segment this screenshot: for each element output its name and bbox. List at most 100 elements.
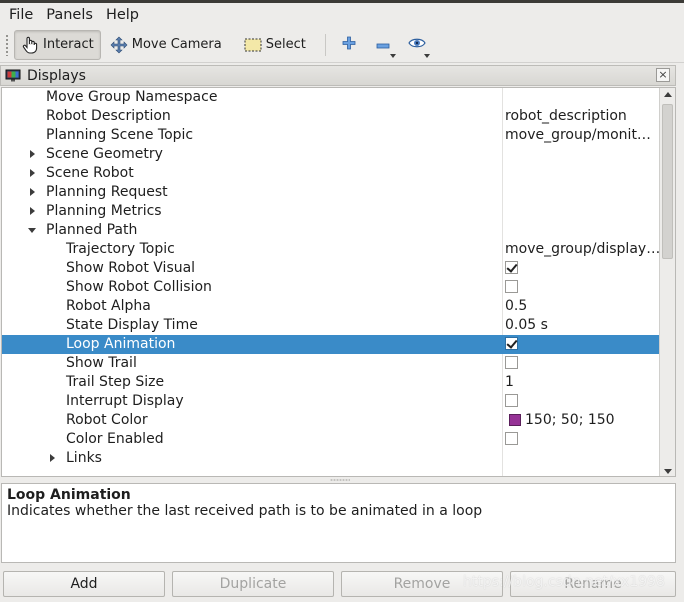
property-name: Show Trail [66, 355, 137, 371]
tools-toolbar: Interact Move Camera Select [0, 27, 684, 63]
tree-row-loop-animation[interactable]: Loop Animation [2, 335, 660, 354]
tree-row-move-group-namespace[interactable]: Move Group Namespace [2, 88, 660, 107]
show-robot-visual-checkbox[interactable] [505, 261, 518, 274]
displays-panel-title: Displays [27, 67, 86, 84]
tree-row-trajectory-topic[interactable]: Trajectory Topic move_group/display… [2, 240, 660, 259]
help-title: Loop Animation [7, 487, 131, 503]
show-trail-checkbox[interactable] [505, 356, 518, 369]
menu-file[interactable]: File [0, 7, 37, 23]
property-value[interactable]: move_group/monit… [505, 126, 651, 145]
tree-row-interrupt-display[interactable]: Interrupt Display [2, 392, 660, 411]
property-name: Color Enabled [66, 431, 164, 447]
expand-arrow-icon[interactable] [30, 150, 35, 158]
watermark-text: https://blog.csdn.net/xx1998 [463, 574, 665, 590]
move-arrows-icon [110, 36, 128, 54]
tree-row-planning-request[interactable]: Planning Request [2, 183, 660, 202]
property-name: Show Robot Collision [66, 279, 212, 295]
property-value[interactable]: move_group/display… [505, 240, 660, 259]
color-swatch[interactable] [509, 414, 521, 426]
color-enabled-checkbox[interactable] [505, 432, 518, 445]
select-tool-button[interactable]: Select [237, 30, 313, 60]
splitter-grip [330, 479, 350, 481]
property-value[interactable]: 0.05 s [505, 316, 548, 335]
interact-tool-button[interactable]: Interact [14, 29, 101, 60]
property-name: Links [66, 450, 102, 466]
property-name: Trajectory Topic [66, 241, 175, 257]
property-name: Trail Step Size [66, 374, 165, 390]
toolbar-grip[interactable] [5, 33, 9, 56]
tree-row-show-robot-visual[interactable]: Show Robot Visual [2, 259, 660, 278]
property-name: Robot Description [46, 108, 171, 124]
move-camera-label: Move Camera [131, 37, 222, 52]
move-camera-tool-button[interactable]: Move Camera [103, 30, 229, 60]
view-tool-button[interactable] [402, 30, 432, 60]
property-name: Robot Alpha [66, 298, 151, 314]
tree-row-state-display-time[interactable]: State Display Time 0.05 s [2, 316, 660, 335]
select-label: Select [265, 37, 306, 52]
close-icon[interactable]: × [656, 68, 670, 82]
tree-row-planned-path[interactable]: Planned Path [2, 221, 660, 240]
interrupt-display-checkbox[interactable] [505, 394, 518, 407]
scroll-down-arrow-icon[interactable] [664, 469, 672, 474]
chevron-down-icon [423, 53, 430, 58]
add-button[interactable]: Add [3, 571, 165, 597]
tree-row-planning-scene-topic[interactable]: Planning Scene Topic move_group/monit… [2, 126, 660, 145]
add-tool-button[interactable] [334, 30, 364, 60]
tree-row-show-robot-collision[interactable]: Show Robot Collision [2, 278, 660, 297]
property-help-area: Loop Animation Indicates whether the las… [1, 483, 676, 563]
property-name: Interrupt Display [66, 393, 184, 409]
expand-arrow-icon[interactable] [30, 169, 35, 177]
tree-row-scene-geometry[interactable]: Scene Geometry [2, 145, 660, 164]
property-name: Planning Scene Topic [46, 127, 194, 143]
property-value[interactable]: 150; 50; 150 [525, 411, 615, 430]
property-name: Scene Robot [46, 165, 134, 181]
tree-row-links[interactable]: Links [2, 449, 660, 468]
menu-panels[interactable]: Panels [37, 7, 97, 23]
property-name: State Display Time [66, 317, 198, 333]
property-name: Show Robot Visual [66, 260, 196, 276]
tree-row-trail-step-size[interactable]: Trail Step Size 1 [2, 373, 660, 392]
tree-row-robot-color[interactable]: Robot Color 150; 50; 150 [2, 411, 660, 430]
expand-arrow-icon[interactable] [30, 207, 35, 215]
show-robot-collision-checkbox[interactable] [505, 280, 518, 293]
expand-arrow-icon[interactable] [30, 188, 35, 196]
property-name: Planned Path [46, 222, 138, 238]
minus-icon [376, 37, 390, 53]
scrollbar-thumb[interactable] [662, 104, 673, 259]
tree-row-show-trail[interactable]: Show Trail [2, 354, 660, 373]
property-value[interactable]: robot_description [505, 107, 627, 126]
property-name: Planning Metrics [46, 203, 162, 219]
loop-animation-checkbox[interactable] [505, 337, 518, 350]
menu-help[interactable]: Help [97, 7, 143, 23]
plus-icon [342, 36, 356, 54]
menu-bar: File Panels Help [0, 3, 684, 27]
tree-row-robot-description[interactable]: Robot Description robot_description [2, 107, 660, 126]
selection-rectangle-icon [244, 36, 262, 54]
displays-property-tree: Move Group Namespace Robot Description r… [1, 87, 676, 477]
remove-tool-button[interactable] [368, 30, 398, 60]
property-value[interactable]: 0.5 [505, 297, 527, 316]
help-description: Indicates whether the last received path… [7, 503, 483, 519]
tree-row-robot-alpha[interactable]: Robot Alpha 0.5 [2, 297, 660, 316]
property-name: Planning Request [46, 184, 168, 200]
tree-row-scene-robot[interactable]: Scene Robot [2, 164, 660, 183]
vertical-scrollbar[interactable] [659, 88, 675, 476]
tree-row-planning-metrics[interactable]: Planning Metrics [2, 202, 660, 221]
property-name: Move Group Namespace [46, 89, 218, 105]
property-name: Scene Geometry [46, 146, 163, 162]
scroll-up-arrow-icon[interactable] [664, 92, 672, 97]
toolbar-separator [324, 33, 326, 56]
property-name: Loop Animation [66, 336, 176, 352]
eye-icon [408, 37, 426, 53]
panel-splitter[interactable] [0, 478, 684, 482]
collapse-arrow-icon[interactable] [28, 228, 36, 233]
expand-arrow-icon[interactable] [50, 454, 55, 462]
hand-pointer-icon [21, 36, 39, 54]
duplicate-button[interactable]: Duplicate [172, 571, 334, 597]
monitor-icon [5, 69, 21, 83]
property-name: Robot Color [66, 412, 148, 428]
property-value[interactable]: 1 [505, 373, 514, 392]
displays-panel-header: Displays × [0, 65, 676, 86]
chevron-down-icon [389, 53, 396, 58]
tree-row-color-enabled[interactable]: Color Enabled [2, 430, 660, 449]
